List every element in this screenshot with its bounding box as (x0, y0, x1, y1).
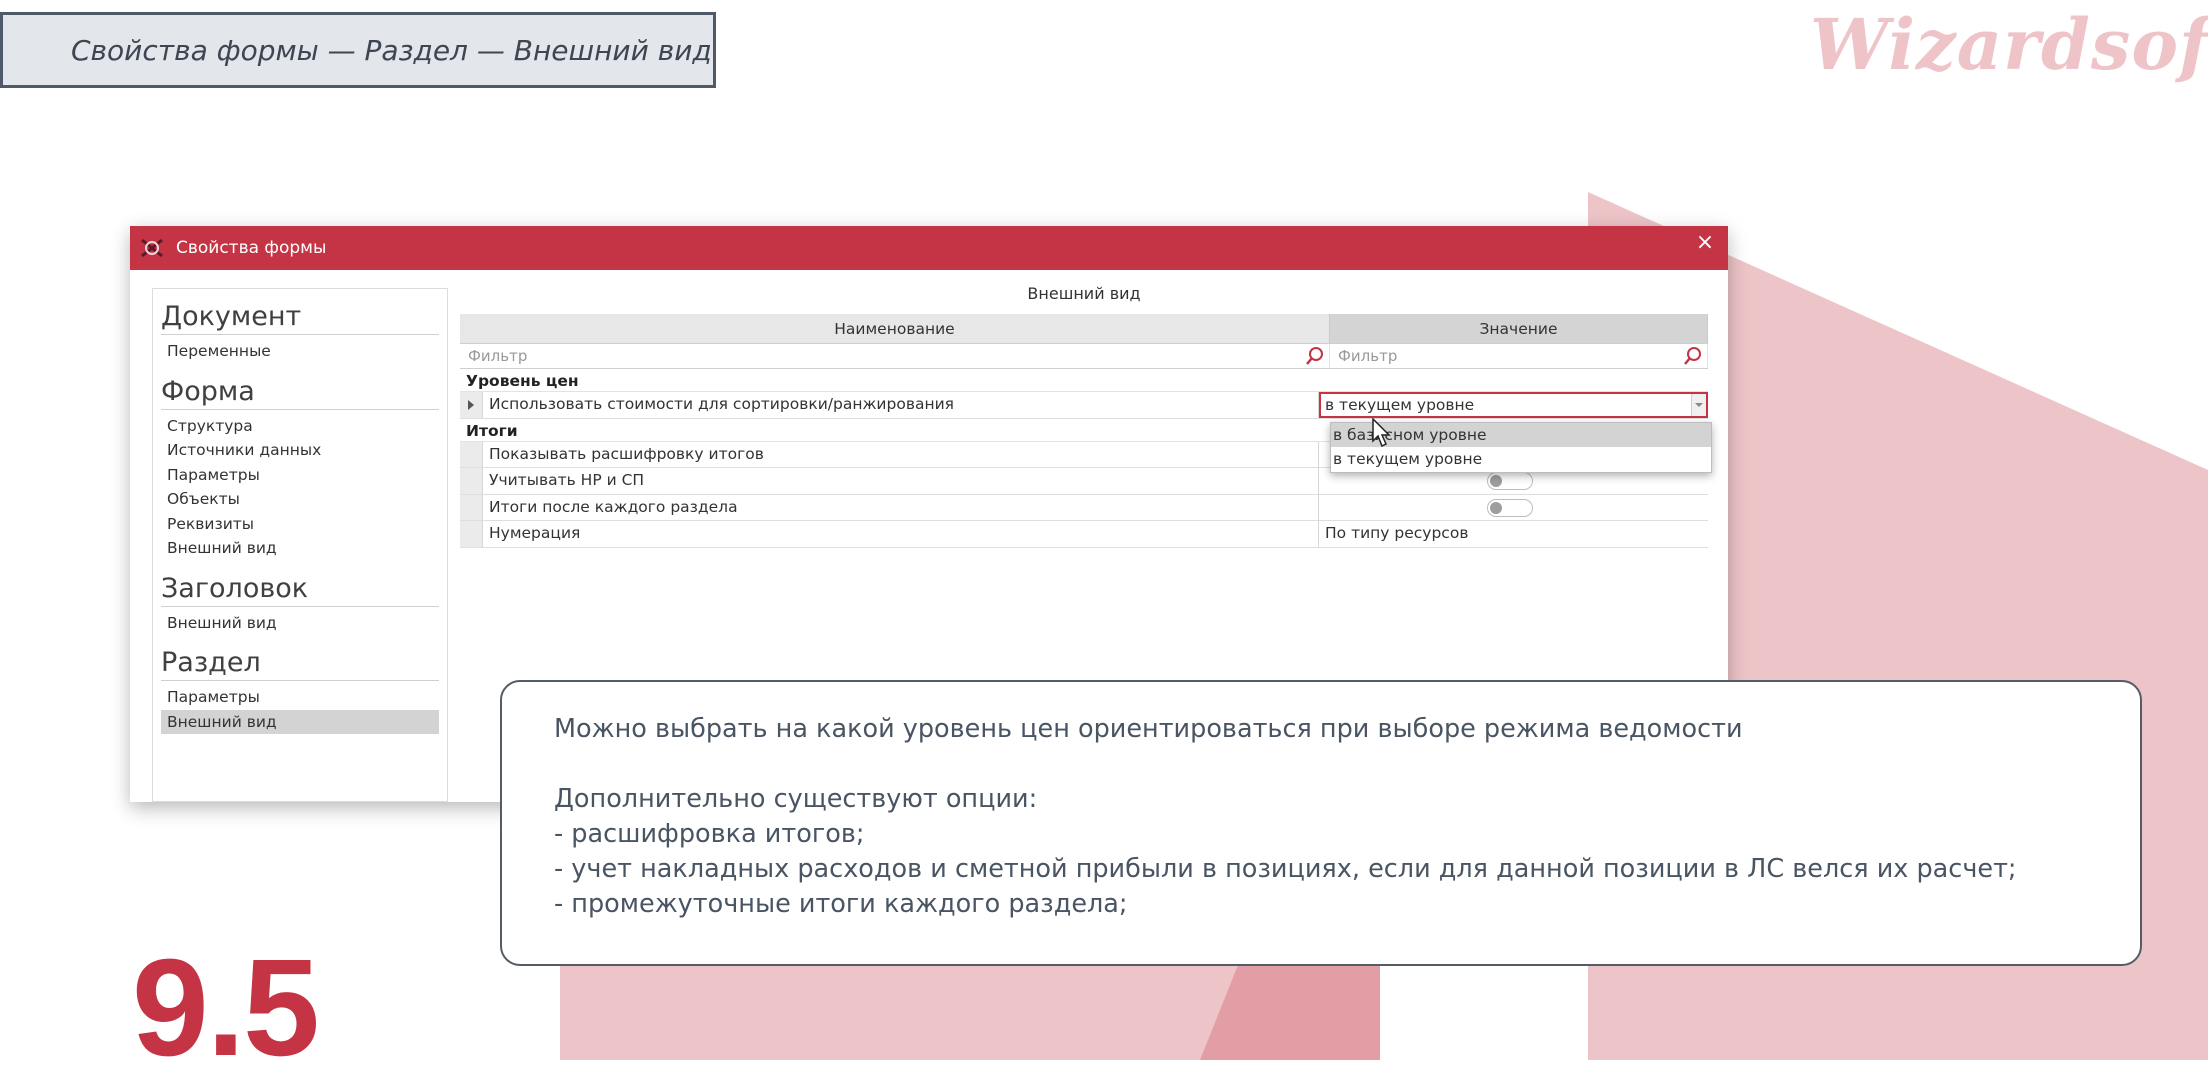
sidebar-item-structure[interactable]: Структура (161, 414, 439, 439)
sidebar-item-attributes[interactable]: Реквизиты (161, 512, 439, 537)
filter-placeholder: Фильтр (468, 347, 528, 365)
sidebar-item-appearance[interactable]: Внешний вид (161, 611, 439, 636)
sidebar-heading: Форма (161, 368, 439, 410)
callout-line: - учет накладных расходов и сметной приб… (554, 854, 2017, 884)
filter-row: Фильтр Фильтр (460, 344, 1708, 369)
property-row[interactable]: Нумерация По типу ресурсов (460, 521, 1708, 548)
sidebar-item-variables[interactable]: Переменные (161, 339, 439, 364)
value-filter-input[interactable]: Фильтр (1330, 344, 1708, 368)
property-value[interactable]: По типу ресурсов (1319, 521, 1708, 547)
sidebar-group-section: Раздел Параметры Внешний вид (161, 639, 439, 734)
toggle-switch[interactable] (1487, 498, 1533, 517)
sidebar-item-data-sources[interactable]: Источники данных (161, 438, 439, 463)
sidebar-item-appearance-selected[interactable]: Внешний вид (161, 709, 439, 734)
row-gutter (460, 392, 483, 418)
toggle-knob (1490, 475, 1502, 487)
sidebar-group-form: Форма Структура Источники данных Парамет… (161, 368, 439, 561)
sidebar-item-objects[interactable]: Объекты (161, 487, 439, 512)
property-row[interactable]: Использовать стоимости для сортировки/ра… (460, 392, 1708, 419)
sidebar-item-appearance[interactable]: Внешний вид (161, 536, 439, 561)
sidebar-group-header: Заголовок Внешний вид (161, 565, 439, 636)
column-header-value[interactable]: Значение (1330, 314, 1708, 344)
sidebar-item-parameters[interactable]: Параметры (161, 685, 439, 710)
property-name: Использовать стоимости для сортировки/ра… (483, 392, 1319, 418)
price-level-combobox[interactable]: в текущем уровне (1319, 392, 1708, 418)
section-title: Внешний вид (1027, 284, 1141, 303)
window-title: Свойства формы (176, 238, 327, 258)
row-gutter (460, 468, 483, 494)
search-icon[interactable] (1683, 346, 1703, 366)
property-name: Нумерация (483, 521, 1319, 547)
group-row-price-level: Уровень цен (460, 369, 1708, 392)
callout-line: Дополнительно существуют опции: (554, 784, 1038, 814)
wizardsoft-logo: Wizardsoft (1810, 3, 2208, 86)
filter-placeholder: Фильтр (1338, 347, 1398, 365)
property-value[interactable]: в текущем уровне (1319, 392, 1708, 418)
expand-arrow-icon[interactable] (468, 400, 474, 410)
row-gutter (460, 441, 483, 467)
combobox-value: в текущем уровне (1325, 396, 1475, 414)
callout-line: - промежуточные итоги каждого раздела; (554, 889, 1128, 919)
property-value[interactable] (1319, 495, 1708, 521)
sidebar-group-document: Документ Переменные (161, 293, 439, 364)
column-header-name[interactable]: Наименование (460, 314, 1330, 344)
property-row[interactable]: Итоги после каждого раздела (460, 494, 1708, 521)
dropdown-option-current-level[interactable]: в текущем уровне (1331, 447, 1711, 471)
mouse-cursor-icon (1372, 418, 1391, 448)
property-name: Учитывать НР и СП (483, 468, 1319, 494)
callout-line: Можно выбрать на какой уровень цен ориен… (554, 714, 1743, 744)
sidebar-heading: Заголовок (161, 565, 439, 607)
search-icon[interactable] (1305, 346, 1325, 366)
row-gutter (460, 494, 483, 520)
dropdown-arrow-icon[interactable] (1691, 394, 1706, 416)
app-logo-icon (141, 238, 163, 258)
toggle-switch[interactable] (1487, 472, 1533, 490)
sidebar-heading: Документ (161, 293, 439, 335)
property-name: Показывать расшифровку итогов (483, 441, 1319, 467)
sidebar-item-parameters[interactable]: Параметры (161, 463, 439, 488)
close-button[interactable]: × (1692, 230, 1718, 256)
explanation-callout: Можно выбрать на какой уровень цен ориен… (500, 680, 2142, 966)
sidebar-nav: Документ Переменные Форма Структура Исто… (152, 288, 448, 802)
property-name: Итоги после каждого раздела (483, 494, 1319, 520)
callout-spacer (554, 747, 2140, 782)
row-gutter (460, 521, 483, 547)
window-titlebar[interactable]: Свойства формы × (130, 226, 1728, 270)
property-grid: Наименование Значение Фильтр Фильтр Уров… (460, 314, 1712, 548)
name-filter-input[interactable]: Фильтр (460, 344, 1330, 368)
toggle-knob (1490, 501, 1502, 514)
callout-line: - расшифровка итогов; (554, 819, 865, 849)
slide-header: Свойства формы — Раздел — Внешний вид (0, 12, 716, 88)
grid-header: Наименование Значение (460, 314, 1708, 344)
sidebar-heading: Раздел (161, 639, 439, 681)
slide-number: 9.5 (132, 931, 320, 1085)
